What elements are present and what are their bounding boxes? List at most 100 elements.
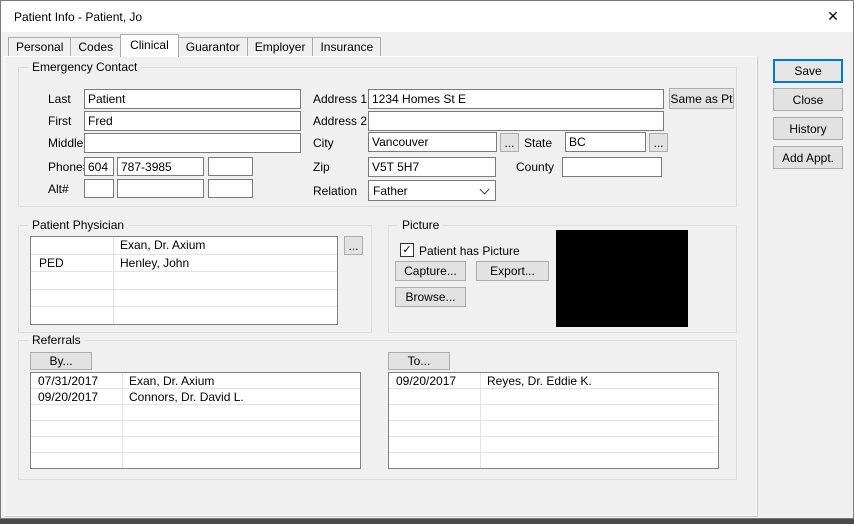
middle-field[interactable] <box>84 133 301 153</box>
referral-name <box>123 437 360 452</box>
tab-codes[interactable]: Codes <box>70 37 122 56</box>
referral-date <box>389 389 481 404</box>
county-field[interactable] <box>562 157 662 177</box>
phone-area-field[interactable] <box>84 157 114 176</box>
emergency-contact-legend: Emergency Contact <box>28 60 142 74</box>
save-button[interactable]: Save <box>773 59 843 83</box>
physician-row[interactable] <box>31 307 337 324</box>
state-label: State <box>524 136 553 150</box>
zip-field[interactable] <box>368 157 496 177</box>
alt-number-field[interactable] <box>117 179 204 198</box>
alt-area-field[interactable] <box>84 179 114 198</box>
referral-name <box>123 453 360 468</box>
referral-row[interactable] <box>389 453 718 468</box>
tab-personal[interactable]: Personal <box>8 37 72 56</box>
state-lookup-button[interactable]: ... <box>649 133 668 152</box>
physician-code <box>31 289 114 307</box>
state-field[interactable] <box>565 132 646 152</box>
physician-code <box>31 307 114 324</box>
city-lookup-button[interactable]: ... <box>500 133 519 152</box>
add-appt-button[interactable]: Add Appt. <box>773 146 843 169</box>
referral-name <box>123 421 360 436</box>
patient-physician-legend: Patient Physician <box>28 218 129 232</box>
referral-by-list[interactable]: 07/31/2017 Exan, Dr. Axium 09/20/2017 Co… <box>30 372 361 469</box>
capture-button[interactable]: Capture... <box>395 261 466 281</box>
tab-insurance[interactable]: Insurance <box>312 37 382 56</box>
same-as-pt-button[interactable]: Same as Pt <box>669 88 734 109</box>
phone-ext-field[interactable] <box>208 157 253 176</box>
physician-row[interactable] <box>31 272 337 290</box>
referral-row[interactable] <box>389 389 718 405</box>
tab-guarantor[interactable]: Guarantor <box>177 37 248 56</box>
referral-name <box>481 421 718 436</box>
referral-row[interactable]: 09/20/2017 Reyes, Dr. Eddie K. <box>389 373 718 389</box>
address2-field[interactable] <box>368 111 664 131</box>
referral-row[interactable] <box>31 437 360 453</box>
last-field[interactable] <box>84 89 301 109</box>
referral-row[interactable] <box>389 405 718 421</box>
referrals-legend: Referrals <box>28 333 85 347</box>
titlebar[interactable]: Patient Info - Patient, Jo <box>1 1 853 32</box>
physician-name: Exan, Dr. Axium <box>120 238 206 253</box>
relation-dropdown[interactable]: Father <box>368 180 496 201</box>
browse-button[interactable]: Browse... <box>395 287 466 307</box>
patient-has-picture-checkbox[interactable]: ✓ <box>400 243 414 257</box>
phone-number-field[interactable] <box>117 157 204 176</box>
referral-row[interactable]: 09/20/2017 Connors, Dr. David L. <box>31 389 360 405</box>
referral-row[interactable]: 07/31/2017 Exan, Dr. Axium <box>31 373 360 389</box>
referral-name: Connors, Dr. David L. <box>129 389 244 404</box>
zip-label: Zip <box>313 160 330 174</box>
referral-to-list[interactable]: 09/20/2017 Reyes, Dr. Eddie K. <box>388 372 719 469</box>
referral-row[interactable] <box>389 437 718 453</box>
referral-date <box>31 421 123 436</box>
county-label: County <box>516 160 555 174</box>
physician-lookup-button[interactable]: ... <box>344 236 363 255</box>
referral-name <box>481 405 718 420</box>
referral-row[interactable] <box>31 405 360 421</box>
close-icon[interactable]: ✕ <box>818 3 848 30</box>
physician-row[interactable]: PED Henley, John <box>31 254 337 273</box>
close-button[interactable]: Close <box>773 88 843 111</box>
referral-date <box>31 405 123 420</box>
relation-label: Relation <box>313 184 358 198</box>
patient-info-dialog: Patient Info - Patient, Jo ✕ Personal Co… <box>0 0 854 524</box>
tab-employer[interactable]: Employer <box>246 37 314 56</box>
chevron-down-icon <box>479 184 490 195</box>
window-title: Patient Info - Patient, Jo <box>14 9 143 24</box>
relation-value: Father <box>373 183 408 198</box>
referral-date: 09/20/2017 <box>31 389 123 404</box>
referral-by-button[interactable]: By... <box>30 352 92 370</box>
physician-name <box>114 290 337 307</box>
history-button[interactable]: History <box>773 117 843 140</box>
referral-date <box>31 437 123 452</box>
picture-legend: Picture <box>398 218 444 232</box>
referral-name <box>481 453 718 468</box>
physician-code <box>31 272 114 289</box>
checkmark-icon: ✓ <box>402 243 412 256</box>
referral-row[interactable] <box>31 453 360 468</box>
patient-photo <box>556 230 688 327</box>
export-button[interactable]: Export... <box>476 261 549 281</box>
address2-label: Address 2 <box>313 114 368 128</box>
physician-code <box>31 237 114 254</box>
first-label: First <box>48 114 72 128</box>
referral-name: Exan, Dr. Axium <box>129 373 215 388</box>
referral-to-button[interactable]: To... <box>388 352 450 370</box>
physician-row[interactable]: Exan, Dr. Axium <box>31 237 337 255</box>
referral-row[interactable] <box>389 421 718 437</box>
patient-physician-list[interactable]: Exan, Dr. Axium PED Henley, John <box>30 236 338 325</box>
physician-name <box>114 272 337 289</box>
address1-field[interactable] <box>368 89 664 109</box>
first-field[interactable] <box>84 111 301 131</box>
physician-row[interactable] <box>31 289 337 308</box>
referral-row[interactable] <box>31 421 360 437</box>
patient-has-picture-label: Patient has Picture <box>419 244 520 258</box>
tab-clinical[interactable]: Clinical <box>120 34 179 57</box>
tab-strip: Personal Codes Clinical Guarantor Employ… <box>8 33 382 57</box>
city-field[interactable] <box>368 132 497 152</box>
referral-name <box>123 405 360 420</box>
city-label: City <box>313 136 334 150</box>
referral-date: 07/31/2017 <box>31 373 123 388</box>
referral-date <box>389 453 481 468</box>
alt-ext-field[interactable] <box>208 179 253 198</box>
